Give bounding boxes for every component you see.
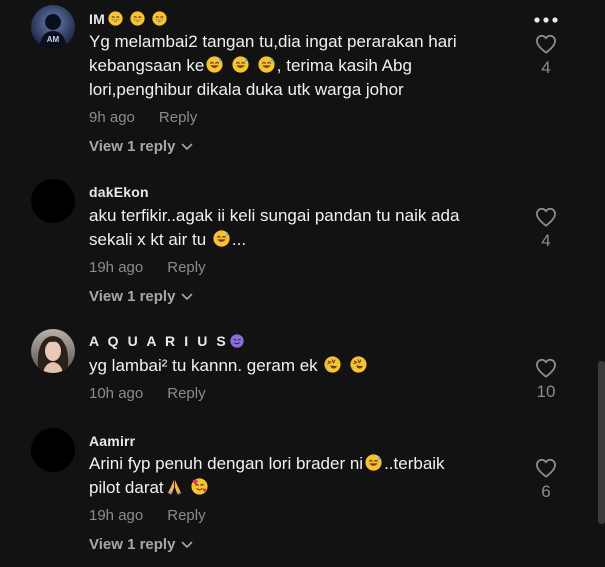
comment-time: 9h ago: [89, 109, 135, 126]
view-replies-button[interactable]: View 1 reply: [89, 288, 193, 305]
heart-icon[interactable]: [535, 358, 557, 378]
like-button[interactable]: 4: [530, 34, 562, 78]
chevron-down-icon: [181, 293, 193, 301]
comment-meta: 19h ago Reply: [89, 259, 206, 276]
scrollbar[interactable]: [598, 361, 605, 524]
rofl-face-icon: [350, 356, 367, 373]
comment-username[interactable]: A Q U A R I U S: [89, 333, 244, 349]
comment-text: yg lambai² tu kannn. geram ek: [89, 354, 509, 378]
comment-username[interactable]: IM: [89, 11, 167, 27]
grin-face-icon: [152, 11, 167, 26]
grinning-sweat-icon: [365, 454, 382, 471]
reply-button[interactable]: Reply: [167, 385, 205, 402]
grin-face-icon: [108, 11, 123, 26]
avatar[interactable]: [31, 179, 75, 223]
comment-time: 10h ago: [89, 385, 144, 402]
heart-icon[interactable]: [535, 34, 557, 54]
avatar[interactable]: [31, 428, 75, 472]
like-count: 10: [536, 382, 556, 401]
like-count: 6: [541, 482, 551, 501]
view-replies-button[interactable]: View 1 reply: [89, 536, 193, 553]
folded-hands-icon: [166, 478, 183, 495]
avatar-text: AM: [47, 35, 60, 44]
rofl-face-icon: [324, 356, 341, 373]
heart-icon[interactable]: [535, 458, 557, 478]
comment-text: aku terfikir..agak ii keli sungai pandan…: [89, 206, 460, 249]
chevron-down-icon: [181, 541, 193, 549]
comment-username[interactable]: Aamirr: [89, 433, 135, 449]
like-button[interactable]: 6: [530, 458, 562, 502]
reply-button[interactable]: Reply: [167, 259, 205, 276]
like-count: 4: [541, 58, 551, 77]
comment-feed: AM IM Yg melambai2 tangan tu,dia ingat p…: [0, 0, 605, 567]
like-button[interactable]: 10: [530, 358, 562, 402]
reply-button[interactable]: Reply: [167, 507, 205, 524]
avatar[interactable]: AM: [31, 5, 75, 49]
comment-time: 19h ago: [89, 507, 144, 524]
heart-icon[interactable]: [535, 207, 557, 227]
like-count: 4: [541, 231, 551, 250]
reply-button[interactable]: Reply: [159, 109, 197, 126]
view-replies-button[interactable]: View 1 reply: [89, 138, 193, 155]
chevron-down-icon: [181, 143, 193, 151]
more-options-icon[interactable]: [531, 12, 561, 28]
avatar[interactable]: [31, 329, 75, 373]
comment-meta: 19h ago Reply: [89, 507, 206, 524]
comment-time: 19h ago: [89, 259, 144, 276]
comment-meta: 10h ago Reply: [89, 385, 206, 402]
grinning-sweat-icon: [232, 56, 249, 73]
comment-meta: 9h ago Reply: [89, 109, 197, 126]
grinning-sweat-icon: [258, 56, 275, 73]
grin-face-icon: [130, 11, 145, 26]
grinning-sweat-icon: [206, 56, 223, 73]
like-button[interactable]: 4: [530, 207, 562, 251]
comment-text: Arini fyp penuh dengan lori brader ni ..t…: [89, 454, 445, 497]
comment-username[interactable]: dakEkon: [89, 184, 149, 200]
smirk-face-icon: [230, 334, 244, 348]
grinning-sweat-icon: [213, 230, 230, 247]
smiling-face-hearts-icon: [191, 478, 208, 495]
comment-text: Yg melambai2 tangan tu,dia ingat perarak…: [89, 32, 457, 99]
